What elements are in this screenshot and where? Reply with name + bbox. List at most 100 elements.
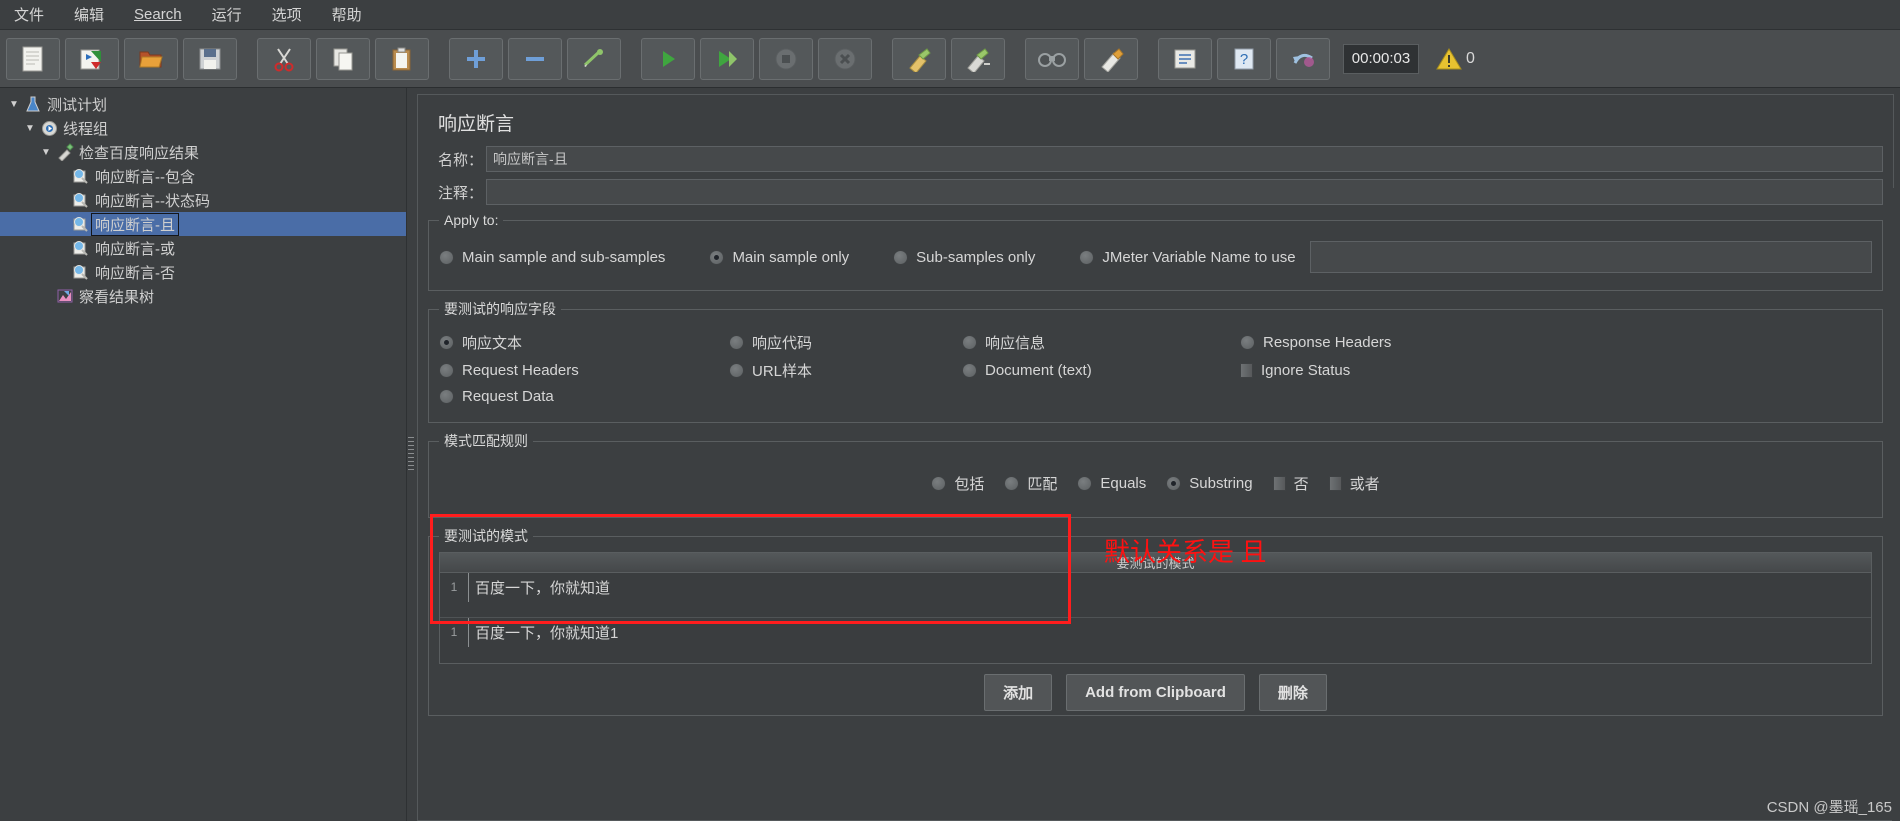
table-row[interactable]: 1 百度一下，你就知道1 [440,618,1871,663]
checkbox-ignore-status[interactable]: Ignore Status [1240,362,1350,379]
expand-arrow-icon[interactable]: ▼ [38,147,54,158]
pattern-cell[interactable]: 百度一下，你就知道 [468,573,1871,602]
tree-node-http-sampler[interactable]: ▼ 检查百度响应结果 [0,140,406,164]
radio-icon[interactable] [893,249,909,265]
radio-icon[interactable] [1077,476,1093,491]
toggle-button[interactable] [567,37,621,80]
radio-jmeter-variable[interactable]: JMeter Variable Name to use [1079,249,1296,266]
radio-icon[interactable] [1004,476,1020,491]
name-input[interactable] [486,146,1883,172]
radio-label: Main sample and sub-samples [462,248,666,266]
radio-response-headers[interactable]: Response Headers [1240,334,1391,351]
templates-button[interactable] [65,37,119,80]
comment-input[interactable] [486,179,1883,205]
radio-icon[interactable] [439,249,454,265]
add-from-clipboard-button[interactable]: Add from Clipboard [1066,674,1245,711]
clear-all-button[interactable] [951,37,1005,80]
tree-node-view-results-tree[interactable]: 察看结果树 [0,284,406,308]
undo-button[interactable] [1276,37,1330,80]
delete-button[interactable]: 删除 [1258,674,1327,711]
radio-label: Substring [1189,475,1253,492]
response-field-row-3: Request Data [439,388,1872,405]
paste-button[interactable] [375,37,429,80]
radio-label: Document (text) [985,362,1092,379]
copy-button[interactable] [316,37,370,80]
radio-response-code[interactable]: 响应代码 [729,332,962,353]
tree-label: 测试计划 [47,96,108,114]
warning-indicator[interactable]: 0 [1436,47,1475,71]
tree-node-thread-group[interactable]: ▼ 线程组 [0,116,406,140]
radio-icon-selected[interactable] [1166,476,1182,491]
jmeter-variable-input[interactable] [1309,241,1872,273]
tree-node-assertion-and[interactable]: 响应断言-且 [0,212,406,236]
radio-response-text[interactable]: 响应文本 [439,332,729,353]
tree-node-assertion-not[interactable]: 响应断言-否 [0,260,406,284]
radio-main-and-sub[interactable]: Main sample and sub-samples [439,249,665,266]
radio-contains[interactable]: 包括 [931,473,984,494]
collapse-all-button[interactable] [508,37,562,80]
radio-icon[interactable] [962,335,977,350]
new-button[interactable] [6,37,60,80]
menu-item-edit[interactable]: 编辑 [70,2,108,27]
menu-item-options[interactable]: 选项 [268,2,306,27]
menu-item-file[interactable]: 文件 [10,2,48,27]
radio-sub-only[interactable]: Sub-samples only [893,249,1035,266]
clear-button[interactable] [892,37,946,80]
radio-request-data[interactable]: Request Data [439,388,554,405]
menu-item-run[interactable]: 运行 [208,2,246,27]
add-button[interactable]: 添加 [984,674,1053,711]
menu-item-help[interactable]: 帮助 [328,2,366,27]
radio-icon[interactable] [729,363,744,378]
tree-node-assertion-or[interactable]: 响应断言-或 [0,236,406,260]
reset-search-button[interactable] [1084,37,1138,80]
function-helper-button[interactable] [1158,37,1212,80]
shutdown-button[interactable] [818,37,872,80]
radio-equals[interactable]: Equals [1077,475,1146,492]
checkbox-or[interactable]: 或者 [1328,473,1380,494]
radio-icon-selected[interactable] [709,249,725,265]
stop-button[interactable] [759,37,813,80]
response-field-row-1: 响应文本 响应代码 响应信息 Response Headers [439,332,1872,353]
radio-icon[interactable] [931,476,947,491]
menu-item-search[interactable]: Search [130,4,186,25]
patterns-table[interactable]: 1 百度一下，你就知道 1 百度一下，你就知道1 [439,572,1872,664]
start-no-pauses-button[interactable] [700,37,754,80]
split-divider[interactable] [407,88,415,821]
radio-icon[interactable] [439,363,454,378]
checkbox-not[interactable]: 否 [1272,473,1309,494]
start-button[interactable] [641,37,695,80]
radio-icon[interactable] [1079,249,1095,265]
radio-substring[interactable]: Substring [1166,475,1253,492]
radio-icon[interactable] [1240,335,1255,350]
open-button[interactable] [124,37,178,80]
radio-main-only[interactable]: Main sample only [709,249,849,266]
table-row[interactable]: 1 百度一下，你就知道 [440,573,1871,618]
tree-node-assertion-contains[interactable]: 响应断言--包含 [0,164,406,188]
checkbox-icon[interactable] [1240,363,1253,378]
expand-arrow-icon[interactable]: ▼ [6,99,22,110]
expand-arrow-icon[interactable]: ▼ [22,123,38,134]
help-button[interactable]: ? [1217,37,1271,80]
tree-node-assertion-status-code[interactable]: 响应断言--状态码 [0,188,406,212]
search-button[interactable] [1025,37,1079,80]
radio-response-message[interactable]: 响应信息 [962,332,1240,353]
cut-button[interactable] [257,37,311,80]
checkbox-icon[interactable] [1272,476,1286,491]
radio-document-text[interactable]: Document (text) [962,362,1240,379]
radio-icon[interactable] [962,363,977,378]
eraser-icon [1101,47,1124,72]
radio-url-sample[interactable]: URL样本 [729,360,962,381]
test-plan-tree[interactable]: ▼ 测试计划 ▼ 线程组 ▼ 检查百度响应结果 响应断言--包含 响应断言--状… [0,88,407,821]
menu-bar: 文件 编辑 Search 运行 选项 帮助 [0,0,1900,30]
panel-scrollbar[interactable] [1892,188,1900,821]
radio-matches[interactable]: 匹配 [1004,473,1057,494]
radio-icon[interactable] [729,335,744,350]
pattern-cell[interactable]: 百度一下，你就知道1 [468,618,1871,647]
radio-request-headers[interactable]: Request Headers [439,362,729,379]
checkbox-icon[interactable] [1328,476,1342,491]
radio-icon[interactable] [439,389,454,404]
save-button[interactable] [183,37,237,80]
radio-icon-selected[interactable] [439,335,454,350]
tree-node-test-plan[interactable]: ▼ 测试计划 [0,92,406,116]
expand-all-button[interactable] [449,37,503,80]
